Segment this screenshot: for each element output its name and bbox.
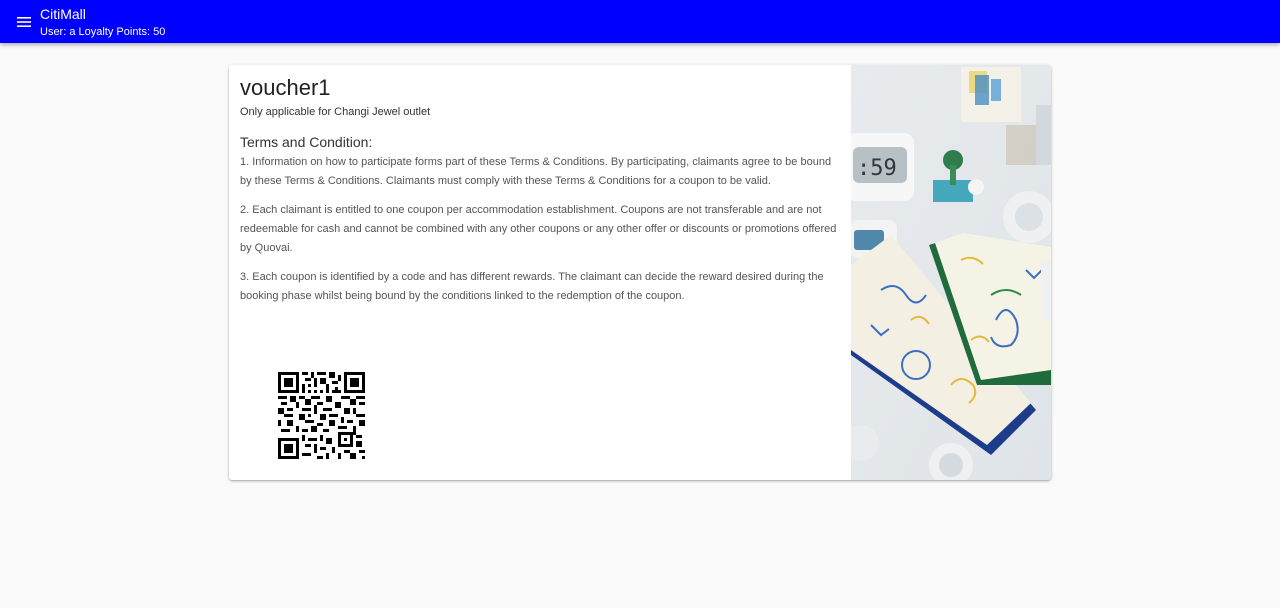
terms-heading: Terms and Condition: bbox=[240, 134, 373, 150]
menu-button[interactable] bbox=[12, 10, 36, 34]
menu-icon bbox=[17, 17, 31, 27]
voucher-card: voucher1 Only applicable for Changi Jewe… bbox=[229, 65, 1051, 480]
voucher-title: voucher1 bbox=[240, 75, 331, 100]
voucher-details: voucher1 Only applicable for Changi Jewe… bbox=[229, 65, 851, 480]
user-points-label: User: a Loyalty Points: 50 bbox=[40, 26, 166, 38]
app-bar: CitiMall User: a Loyalty Points: 50 bbox=[0, 0, 1280, 43]
terms-item: 2. Each claimant is entitled to one coup… bbox=[240, 204, 837, 254]
voucher-subtitle: Only applicable for Changi Jewel outlet bbox=[240, 106, 431, 118]
voucher-photo: :59 bbox=[851, 65, 1051, 480]
qr-code bbox=[278, 372, 365, 459]
terms-item: 1. Information on how to participate for… bbox=[240, 156, 832, 187]
svg-text::59: :59 bbox=[857, 156, 897, 181]
terms-item: 3. Each coupon is identified by a code a… bbox=[240, 271, 824, 302]
app-title: CitiMall bbox=[40, 6, 86, 22]
terms-list: 1. Information on how to participate for… bbox=[240, 153, 840, 316]
